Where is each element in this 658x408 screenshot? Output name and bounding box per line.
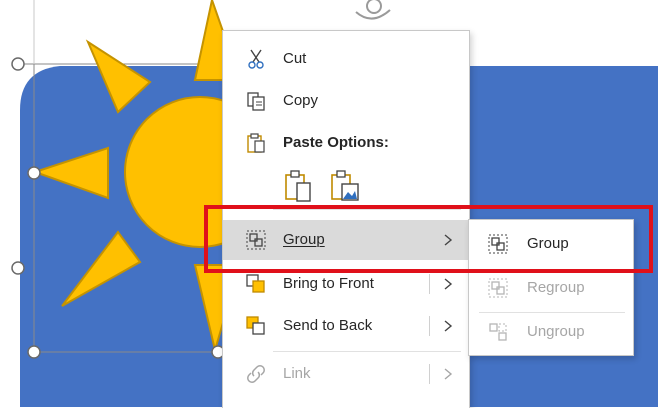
chevron-right-icon <box>444 278 453 290</box>
submenu-divider <box>429 364 430 384</box>
menu-item-label: Paste Options: <box>283 134 389 151</box>
menu-item-group[interactable]: Group <box>223 220 469 260</box>
menu-item-bring-to-front[interactable]: Bring to Front <box>223 264 469 304</box>
link-icon <box>247 365 265 383</box>
menu-item-label: Send to Back <box>283 317 373 334</box>
ungroup-icon <box>489 323 507 341</box>
submenu-divider <box>429 274 430 294</box>
regroup-icon <box>488 278 508 298</box>
menu-item-label: Copy <box>283 92 319 109</box>
chevron-right-icon <box>444 234 453 246</box>
menu-item-label: Group <box>527 235 569 252</box>
send-to-back-icon <box>246 316 265 335</box>
menu-item-cut[interactable]: Cut <box>223 39 469 79</box>
menu-item-send-to-back[interactable]: Send to Back <box>223 306 469 346</box>
submenu-item-regroup[interactable]: Regroup <box>469 268 633 308</box>
submenu-item-group[interactable]: Group <box>469 224 633 264</box>
group-submenu: Group Regroup Ungroup <box>468 219 634 356</box>
menu-item-paste-options: Paste Options: <box>223 123 469 163</box>
submenu-item-ungroup[interactable]: Ungroup <box>469 312 633 352</box>
menu-separator <box>273 351 461 352</box>
bring-to-front-icon <box>246 274 265 293</box>
menu-item-label: Bring to Front <box>283 275 374 292</box>
submenu-divider <box>429 316 430 336</box>
copy-icon <box>247 92 265 111</box>
menu-item-label: Link <box>283 365 311 382</box>
paste-picture-icon[interactable] <box>329 169 361 203</box>
menu-item-link[interactable]: Link <box>223 354 469 394</box>
group-icon <box>246 230 266 250</box>
menu-separator <box>273 209 461 210</box>
paste-icon <box>247 133 265 153</box>
chevron-right-icon <box>444 368 453 380</box>
menu-item-label: Regroup <box>527 279 585 296</box>
paste-keep-source-icon[interactable] <box>283 169 313 203</box>
menu-item-label: Cut <box>283 50 307 67</box>
context-menu: Cut Copy Paste Options: Group Bring to F… <box>222 30 470 408</box>
chevron-right-icon <box>444 320 453 332</box>
menu-item-copy[interactable]: Copy <box>223 81 469 121</box>
scissors-icon <box>248 49 264 69</box>
menu-item-label: Group <box>283 231 325 248</box>
menu-item-label: Ungroup <box>527 323 585 340</box>
rotate-handle-circle <box>366 0 382 14</box>
group-icon <box>488 234 508 254</box>
rotate-handle-icon[interactable] <box>355 9 391 20</box>
